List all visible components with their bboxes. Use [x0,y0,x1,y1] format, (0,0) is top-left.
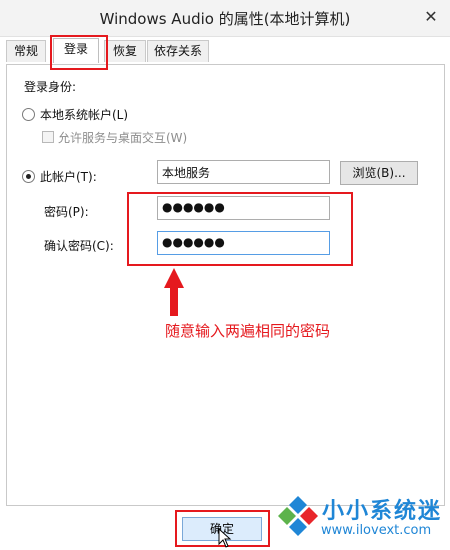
password-label: 密码(P): [44,205,89,219]
browse-button[interactable]: 浏览(B)... [340,161,418,185]
local-system-label: 本地系统帐户(L) [40,108,129,122]
properties-window: Windows Audio 的属性(本地计算机) ✕ 常规 登录 恢复 依存关系… [0,0,450,550]
this-account-label: 此帐户(T): [40,170,97,184]
account-name-field[interactable]: 本地服务 [157,160,330,184]
tab-recovery[interactable]: 恢复 [104,40,146,62]
up-arrow-icon [164,268,184,316]
tab-dependencies[interactable]: 依存关系 [147,40,209,62]
close-button[interactable]: ✕ [420,7,442,27]
mouse-cursor-icon [218,528,232,548]
annotation-hint: 随意输入两遍相同的密码 [165,322,331,340]
confirm-password-label: 确认密码(C): [44,239,114,253]
watermark-url: www.ilovext.com [321,523,432,538]
password-field[interactable]: ●●●●●● [157,196,330,220]
tab-highlight-box [50,35,108,70]
tab-general[interactable]: 常规 [6,40,46,62]
this-account-radio[interactable] [22,170,35,183]
watermark-logo-icon [278,496,318,536]
local-system-radio[interactable] [22,108,35,121]
title-bar: Windows Audio 的属性(本地计算机) ✕ [0,0,450,37]
interact-desktop-checkbox[interactable] [42,131,54,143]
confirm-password-field[interactable]: ●●●●●● [157,231,330,255]
window-title: Windows Audio 的属性(本地计算机) [99,10,351,28]
watermark-brand: 小小系统迷 [322,499,443,524]
interact-desktop-label: 允许服务与桌面交互(W) [58,131,188,145]
logon-as-label: 登录身份: [24,80,77,94]
